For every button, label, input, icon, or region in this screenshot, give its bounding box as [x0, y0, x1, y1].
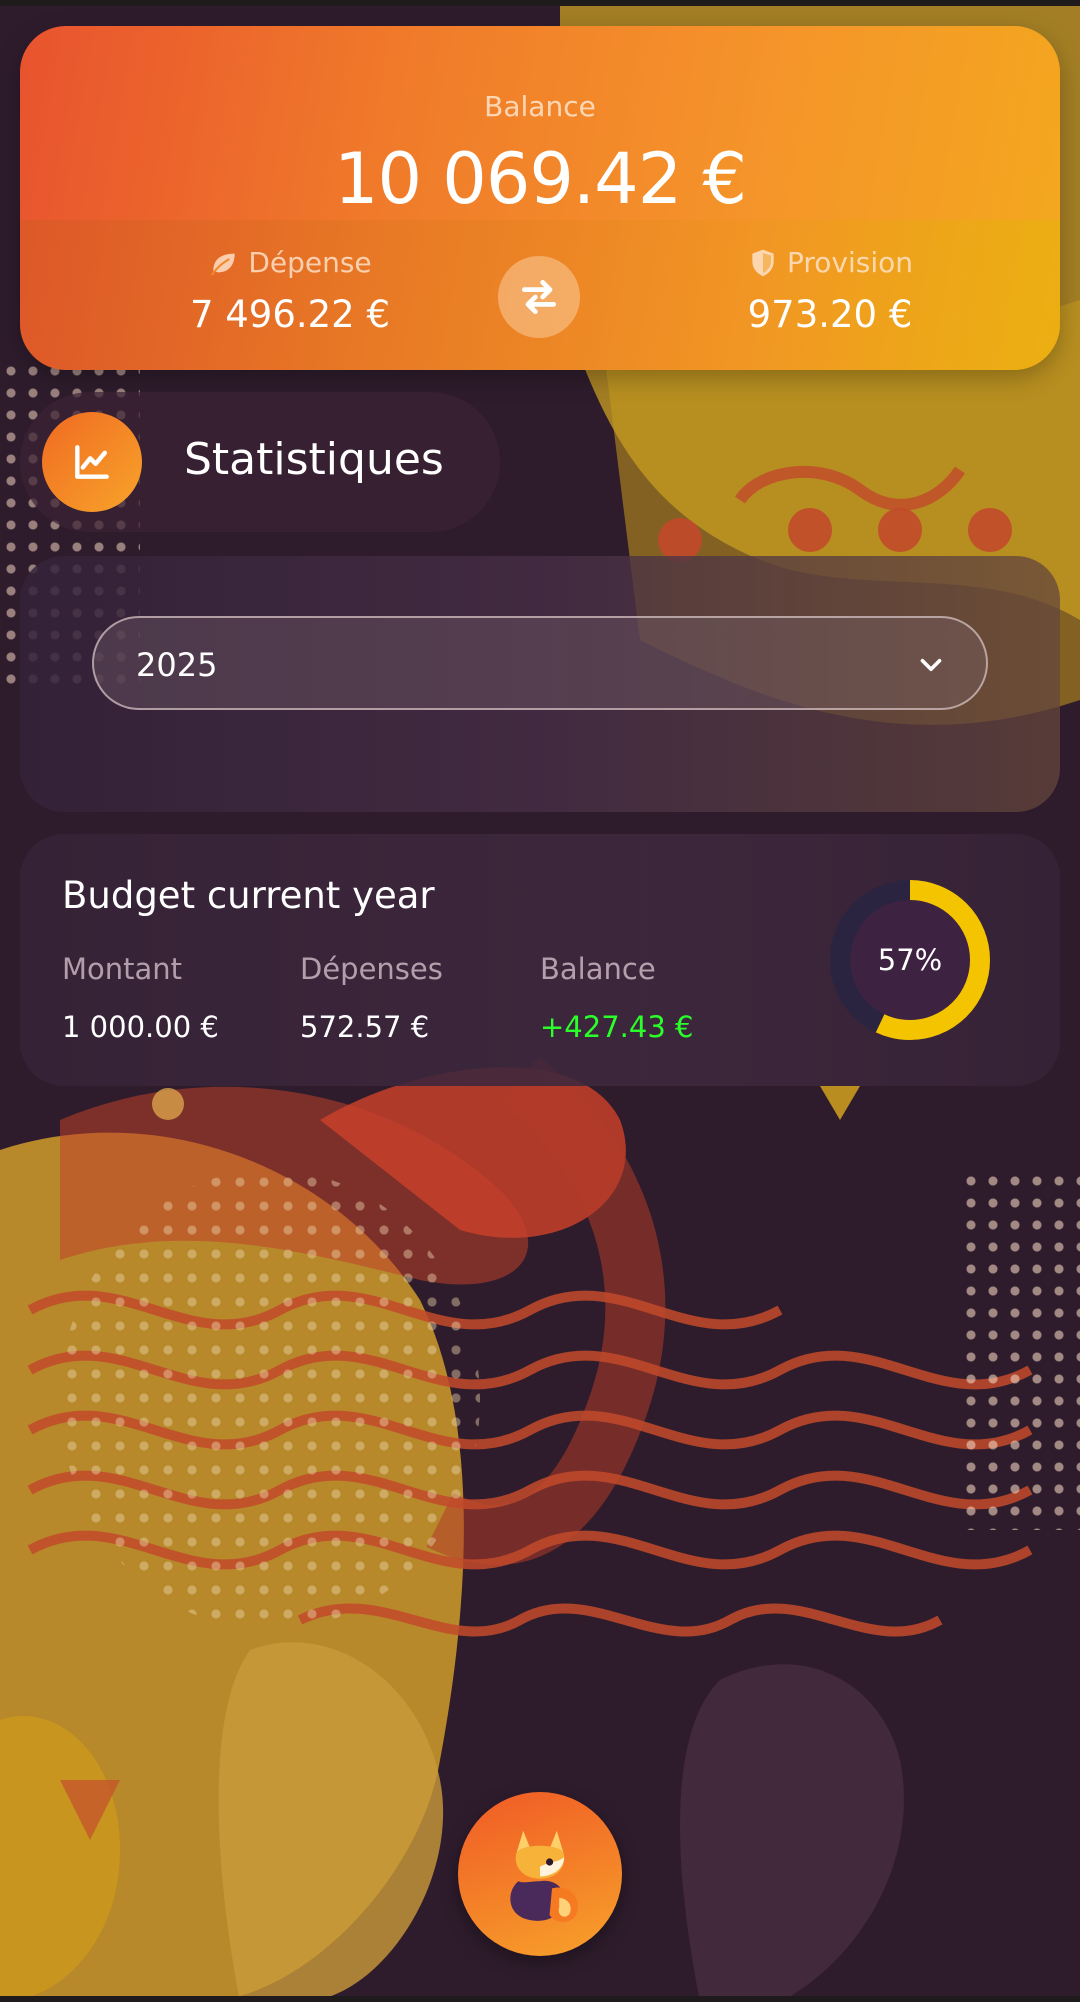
- budget-expenses: Dépenses 572.57 €: [300, 952, 443, 1044]
- swap-button[interactable]: [498, 256, 580, 338]
- nav-strip: [0, 1996, 1080, 2002]
- statistics-header: Statistiques: [20, 392, 500, 532]
- budget-percent: 57%: [877, 943, 943, 977]
- provision-label: Provision: [786, 246, 913, 279]
- budget-card[interactable]: Budget current year Montant 1 000.00 € D…: [20, 834, 1060, 1086]
- budget-expenses-label: Dépenses: [300, 952, 443, 986]
- chevron-down-icon: [920, 658, 942, 672]
- budget-balance-label: Balance: [540, 952, 656, 986]
- balance-card: Balance 10 069.42 € Dépense 7 496.22 € P…: [20, 26, 1060, 370]
- dot-pattern: [960, 1170, 1080, 1530]
- budget-balance: Balance +427.43 €: [540, 952, 693, 1044]
- line-chart-icon: [75, 445, 109, 479]
- balance-value: 10 069.42 €: [333, 138, 747, 220]
- leaf-icon: [211, 253, 235, 276]
- provision-value: 973.20 €: [747, 293, 913, 336]
- dot-pattern: [60, 1170, 480, 1630]
- expense-label: Dépense: [248, 246, 372, 279]
- expense-value: 7 496.22 €: [189, 293, 391, 336]
- home-fox-button[interactable]: [458, 1792, 622, 1956]
- status-strip: [0, 0, 1080, 6]
- budget-amount-value: 1 000.00 €: [62, 1010, 219, 1044]
- year-select-value: 2025: [136, 646, 218, 684]
- shield-icon: [752, 249, 774, 276]
- balance-label: Balance: [484, 90, 596, 123]
- budget-expenses-value: 572.57 €: [300, 1010, 430, 1044]
- budget-title: Budget current year: [62, 874, 435, 917]
- provision-summary[interactable]: Provision 973.20 €: [630, 246, 1030, 336]
- statistics-icon-badge: [42, 412, 142, 512]
- page-title: Statistiques: [184, 434, 444, 485]
- fox-logo-icon: [510, 1830, 578, 1922]
- swap-arrows-icon: [521, 279, 557, 315]
- year-select[interactable]: 2025: [92, 616, 988, 710]
- year-filter-card: 2025: [20, 556, 1060, 812]
- provision-label-row: Provision: [630, 246, 1030, 279]
- expense-summary[interactable]: Dépense 7 496.22 €: [90, 246, 490, 336]
- budget-amount-label: Montant: [62, 952, 183, 986]
- budget-amount: Montant 1 000.00 €: [62, 952, 219, 1044]
- budget-balance-value: +427.43 €: [540, 1010, 694, 1044]
- expense-label-row: Dépense: [90, 246, 490, 279]
